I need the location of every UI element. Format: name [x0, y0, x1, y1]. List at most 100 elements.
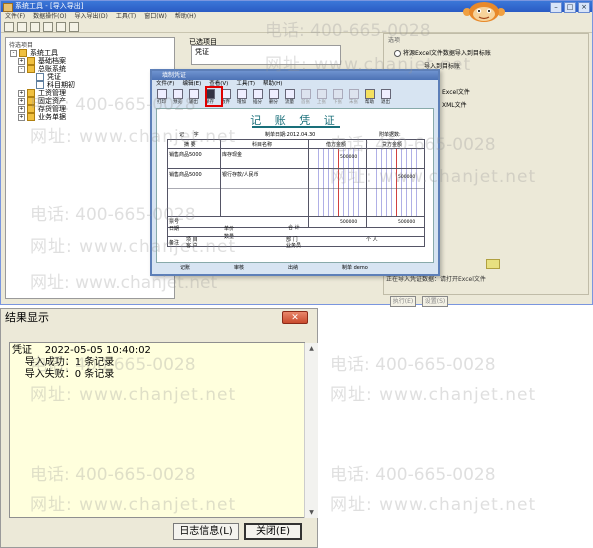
- watermark-site: 网址: www.chanjet.net: [265, 55, 472, 75]
- next-button[interactable]: 下张: [330, 88, 345, 106]
- monkey-logo-icon: [463, 2, 505, 22]
- watermark-site: 网址: www.chanjet.net: [330, 385, 537, 405]
- help-icon[interactable]: [69, 22, 79, 32]
- expand-icon[interactable]: +: [18, 113, 25, 121]
- app-icon: [3, 3, 13, 12]
- xml-file-label: XML文件: [442, 102, 467, 109]
- watermark-site: 网址: www.chanjet.net: [330, 167, 537, 187]
- voucher-menu-file[interactable]: 文件(F): [156, 80, 174, 88]
- last-page-icon: [348, 89, 359, 99]
- previous-page-icon: [316, 89, 327, 99]
- date2-label: 日期: [169, 226, 180, 232]
- settings-icon[interactable]: [43, 22, 53, 32]
- grid-line: [308, 140, 309, 227]
- row1-debit[interactable]: 500000: [340, 155, 357, 160]
- excel-file-label: Excel文件: [442, 89, 470, 96]
- cash-flow-button[interactable]: 流量: [282, 88, 297, 106]
- row2-account[interactable]: 银行存款/人民币: [222, 171, 259, 178]
- expand-icon[interactable]: +: [18, 89, 25, 97]
- insert-entry-button[interactable]: 插分: [250, 88, 265, 106]
- watermark-site-extra: 网址: www.chanjet.net: [30, 273, 218, 293]
- add-icon: [236, 89, 247, 99]
- grid-line: [168, 188, 424, 189]
- watermark-site: 网址: www.chanjet.net: [30, 385, 237, 405]
- folder-icon: [27, 65, 35, 73]
- exit-icon: [380, 89, 391, 99]
- refresh-icon[interactable]: [30, 22, 40, 32]
- collapse-icon[interactable]: -: [18, 65, 25, 73]
- grid-line: [220, 140, 221, 216]
- window-controls: – □ ×: [550, 2, 590, 13]
- first-button[interactable]: 首张: [298, 88, 313, 106]
- menu-window[interactable]: 窗口(W): [144, 12, 167, 22]
- heading-underline: [252, 126, 340, 128]
- watermark-phone: 电话: 400-665-0028: [265, 21, 431, 41]
- previous-button[interactable]: 上张: [314, 88, 329, 106]
- row1-summary[interactable]: 销售商品5000: [169, 151, 202, 158]
- voucher-menu-help[interactable]: 帮助(H): [263, 80, 282, 88]
- vertical-scrollbar[interactable]: ▲ ▼: [304, 343, 318, 518]
- menu-help[interactable]: 帮助(H): [175, 12, 196, 22]
- scroll-up-icon[interactable]: ▲: [307, 344, 316, 353]
- document-icon: [36, 73, 44, 81]
- watermark-site: 网址: www.chanjet.net: [30, 127, 237, 147]
- open-icon[interactable]: [17, 22, 27, 32]
- price-label: 单价: [224, 226, 235, 232]
- log-info-button[interactable]: 日志信息(L): [173, 523, 239, 540]
- watermark-phone: 电话: 400-665-0028: [30, 465, 196, 485]
- print-icon[interactable]: [56, 22, 66, 32]
- grid-line: [168, 216, 424, 217]
- tree-node-system-tools[interactable]: - 系统工具: [10, 49, 58, 57]
- next-page-icon: [332, 89, 343, 99]
- scroll-down-icon[interactable]: ▼: [307, 508, 316, 517]
- row2-summary[interactable]: 销售商品5000: [169, 171, 202, 178]
- last-button[interactable]: 末张: [346, 88, 361, 106]
- person-label: 个 人: [366, 237, 378, 243]
- dialog-close-button[interactable]: ✕: [282, 311, 308, 324]
- total-credit: 500000: [398, 220, 416, 225]
- row1-account[interactable]: 库存现金: [222, 151, 242, 158]
- close-icon: ✕: [291, 313, 299, 323]
- col-account: 科目名称: [252, 142, 273, 148]
- status-maker: 制单 demo: [342, 265, 368, 271]
- voucher-grid: 摘 要 科目名称 借方金额 贷方金额 销售商品5000 库存现金 500000 …: [167, 139, 425, 249]
- voucher-menu-bar: 文件(F) 编辑(E) 查看(V) 工具(T) 帮助(H): [152, 80, 438, 88]
- add-button[interactable]: 增加: [234, 88, 249, 106]
- watermark-phone: 电话: 400-665-0028: [330, 465, 496, 485]
- dialog-title: 结果显示: [5, 311, 49, 324]
- tree-node-ledger[interactable]: - 总账系统: [18, 65, 66, 73]
- voucher-title: 填制凭证: [162, 72, 187, 79]
- voucher-menu-tools[interactable]: 工具(T): [236, 80, 255, 88]
- tree-node-account-opening[interactable]: 科目期初: [36, 81, 75, 89]
- flow-icon: [284, 89, 295, 99]
- menu-import-export[interactable]: 导入导出(D): [75, 12, 108, 22]
- help-button[interactable]: 帮助: [362, 88, 377, 106]
- delete-entry-button[interactable]: 删分: [266, 88, 281, 106]
- menu-tools[interactable]: 工具(T): [116, 12, 136, 22]
- collapse-icon[interactable]: -: [10, 49, 17, 57]
- new-icon[interactable]: [4, 22, 14, 32]
- exit-button[interactable]: 退出: [378, 88, 393, 106]
- expand-icon[interactable]: +: [18, 57, 25, 65]
- close-button[interactable]: 关闭(E): [244, 523, 302, 540]
- salesman-label: 业务员: [286, 243, 302, 249]
- status-audit: 审核: [234, 265, 245, 271]
- tree-node-basic-archives[interactable]: + 基础档案: [18, 57, 66, 65]
- status-cashier: 出纳: [288, 265, 299, 271]
- settings-button[interactable]: 设置(S): [422, 296, 448, 307]
- expand-icon[interactable]: +: [18, 105, 25, 113]
- voucher-date[interactable]: 制单日期:2012.04.30: [265, 131, 315, 138]
- watermark-phone: 电话: 400-665-0028: [330, 355, 496, 375]
- watermark-phone: 电话: 400-665-0028: [30, 355, 196, 375]
- first-page-icon: [300, 89, 311, 99]
- menu-file[interactable]: 文件(F): [5, 12, 25, 22]
- save-highlight: [205, 86, 223, 107]
- selected-item[interactable]: 凭证: [195, 48, 209, 56]
- voucher-menu-edit[interactable]: 编辑(E): [182, 80, 201, 88]
- execute-button[interactable]: 执行(E): [390, 296, 416, 307]
- folder-icon: [27, 57, 35, 65]
- note-icon: [486, 259, 500, 269]
- tree-node-voucher[interactable]: 凭证: [36, 73, 61, 81]
- menu-data[interactable]: 数据操作(O): [33, 12, 66, 22]
- expand-icon[interactable]: +: [18, 97, 25, 105]
